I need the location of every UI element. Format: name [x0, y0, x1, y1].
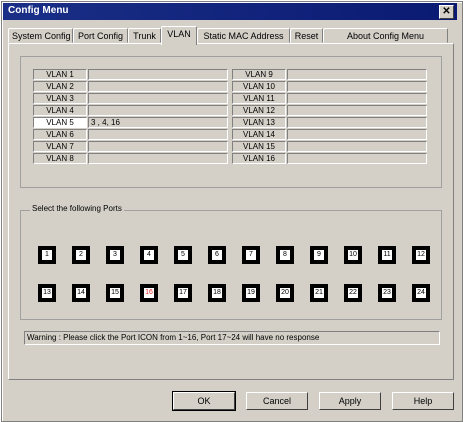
vlan-label[interactable]: VLAN 9 — [232, 69, 286, 80]
port-24-icon[interactable]: 24 — [412, 284, 430, 302]
port-number: 3 — [109, 249, 121, 261]
vlan-label[interactable]: VLAN 3 — [33, 93, 87, 104]
title-bar[interactable]: Config Menu ✕ — [3, 3, 457, 20]
vlan-ports-value — [88, 153, 228, 164]
vlan-label[interactable]: VLAN 13 — [232, 117, 286, 128]
port-5-icon[interactable]: 5 — [174, 246, 192, 264]
port-number: 20 — [279, 287, 291, 299]
vlan-label[interactable]: VLAN 2 — [33, 81, 87, 92]
vlan-label[interactable]: VLAN 6 — [33, 129, 87, 140]
help-button[interactable]: Help — [392, 392, 454, 410]
vlan-label[interactable]: VLAN 15 — [232, 141, 286, 152]
tab-reset[interactable]: Reset — [290, 28, 323, 43]
vlan-ports-value — [287, 69, 427, 80]
port-number: 14 — [75, 287, 87, 299]
port-11-icon[interactable]: 11 — [378, 246, 396, 264]
port-8-icon[interactable]: 8 — [276, 246, 294, 264]
port-3-icon[interactable]: 3 — [106, 246, 124, 264]
vlan-label[interactable]: VLAN 8 — [33, 153, 87, 164]
close-icon[interactable]: ✕ — [439, 5, 454, 19]
port-16-icon[interactable]: 16 — [140, 284, 158, 302]
apply-button[interactable]: Apply — [319, 392, 381, 410]
vlan-ports-value — [88, 141, 228, 152]
vlan-ports-value — [88, 93, 228, 104]
vlan-ports-value — [287, 117, 427, 128]
tab-port-config[interactable]: Port Config — [73, 28, 128, 43]
vlan-ports-value — [88, 69, 228, 80]
port-6-icon[interactable]: 6 — [208, 246, 226, 264]
port-12-icon[interactable]: 12 — [412, 246, 430, 264]
port-number: 17 — [177, 287, 189, 299]
vlan-ports-value — [287, 105, 427, 116]
port-number: 12 — [415, 249, 427, 261]
port-number: 6 — [211, 249, 223, 261]
port-number: 13 — [41, 287, 53, 299]
port-15-icon[interactable]: 15 — [106, 284, 124, 302]
port-number: 1 — [41, 249, 53, 261]
port-2-icon[interactable]: 2 — [72, 246, 90, 264]
port-number: 10 — [347, 249, 359, 261]
port-number: 15 — [109, 287, 121, 299]
port-17-icon[interactable]: 17 — [174, 284, 192, 302]
port-number: 23 — [381, 287, 393, 299]
tab-about-config-menu[interactable]: About Config Menu — [323, 28, 448, 43]
port-number: 4 — [143, 249, 155, 261]
ports-group-label: Select the following Ports — [30, 204, 124, 213]
vlan-label[interactable]: VLAN 7 — [33, 141, 87, 152]
vlan-ports-value: 3 , 4, 16 — [88, 117, 228, 128]
port-22-icon[interactable]: 22 — [344, 284, 362, 302]
port-20-icon[interactable]: 20 — [276, 284, 294, 302]
port-number: 18 — [211, 287, 223, 299]
port-19-icon[interactable]: 19 — [242, 284, 260, 302]
port-1-icon[interactable]: 1 — [38, 246, 56, 264]
port-number: 16 — [143, 287, 155, 299]
port-10-icon[interactable]: 10 — [344, 246, 362, 264]
ok-button[interactable]: OK — [172, 391, 236, 411]
vlan-ports-value — [88, 105, 228, 116]
ports-group — [20, 210, 442, 320]
warning-message: Warning : Please click the Port ICON fro… — [24, 331, 440, 345]
vlan-ports-value — [88, 129, 228, 140]
port-18-icon[interactable]: 18 — [208, 284, 226, 302]
port-number: 8 — [279, 249, 291, 261]
vlan-label[interactable]: VLAN 4 — [33, 105, 87, 116]
vlan-label[interactable]: VLAN 12 — [232, 105, 286, 116]
port-7-icon[interactable]: 7 — [242, 246, 260, 264]
port-number: 2 — [75, 249, 87, 261]
vlan-ports-value — [287, 141, 427, 152]
vlan-label[interactable]: VLAN 11 — [232, 93, 286, 104]
vlan-ports-value — [287, 153, 427, 164]
vlan-ports-value — [287, 81, 427, 92]
port-number: 7 — [245, 249, 257, 261]
vlan-label[interactable]: VLAN 16 — [232, 153, 286, 164]
tab-static-mac-address[interactable]: Static MAC Address — [197, 28, 290, 43]
vlan-label[interactable]: VLAN 14 — [232, 129, 286, 140]
port-13-icon[interactable]: 13 — [38, 284, 56, 302]
port-23-icon[interactable]: 23 — [378, 284, 396, 302]
port-number: 9 — [313, 249, 325, 261]
port-number: 19 — [245, 287, 257, 299]
tab-trunk[interactable]: Trunk — [128, 28, 161, 43]
tab-vlan[interactable]: VLAN — [161, 26, 197, 45]
port-4-icon[interactable]: 4 — [140, 246, 158, 264]
port-number: 21 — [313, 287, 325, 299]
port-21-icon[interactable]: 21 — [310, 284, 328, 302]
window-title: Config Menu — [8, 5, 69, 16]
tab-system-config[interactable]: System Config — [8, 28, 73, 43]
vlan-ports-value — [287, 93, 427, 104]
port-9-icon[interactable]: 9 — [310, 246, 328, 264]
port-number: 22 — [347, 287, 359, 299]
vlan-ports-value — [88, 81, 228, 92]
vlan-label[interactable]: VLAN 10 — [232, 81, 286, 92]
port-14-icon[interactable]: 14 — [72, 284, 90, 302]
port-number: 11 — [381, 249, 393, 261]
vlan-ports-value — [287, 129, 427, 140]
port-number: 5 — [177, 249, 189, 261]
cancel-button[interactable]: Cancel — [246, 392, 308, 410]
vlan-label[interactable]: VLAN 1 — [33, 69, 87, 80]
vlan-label[interactable]: VLAN 5 — [33, 117, 87, 128]
port-number: 24 — [415, 287, 427, 299]
